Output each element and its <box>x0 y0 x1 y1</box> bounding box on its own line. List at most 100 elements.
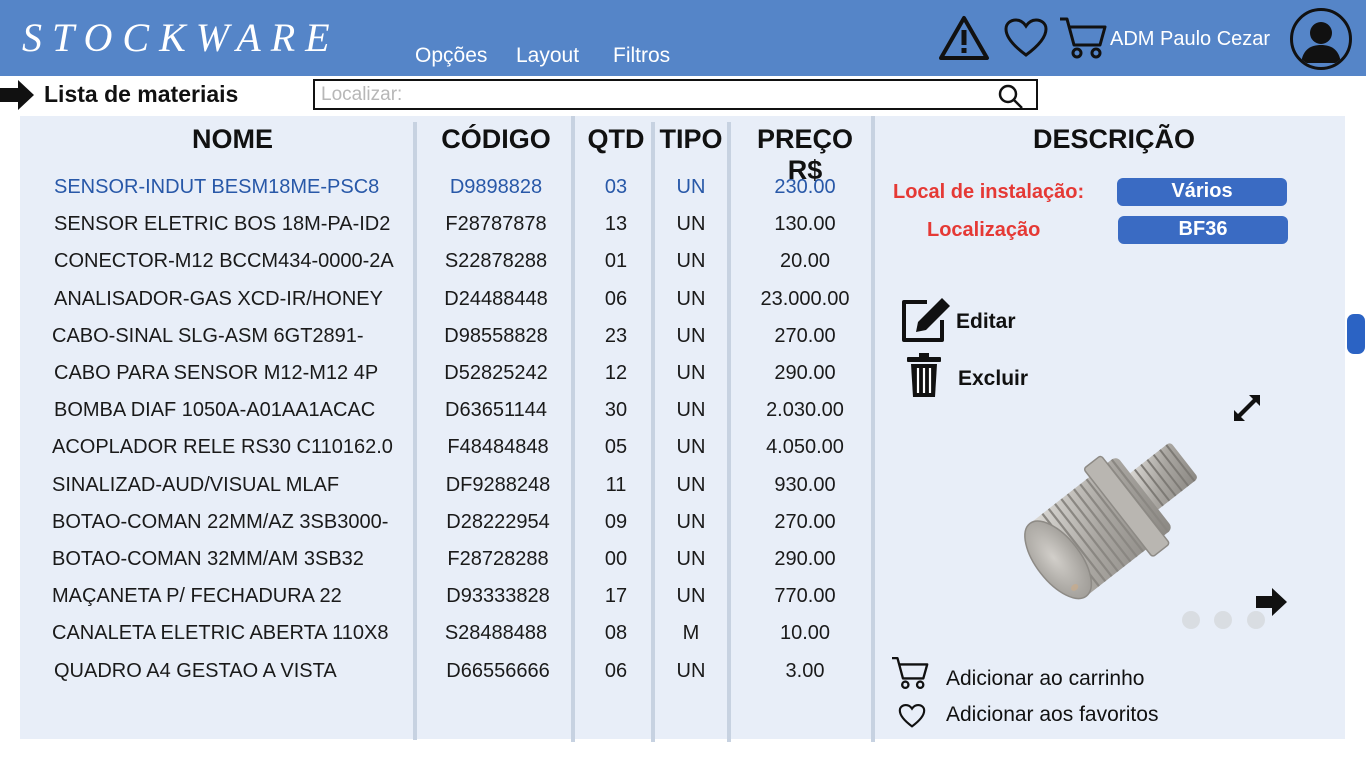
code-cell: DF9288248 <box>445 473 551 496</box>
search-input[interactable] <box>321 83 981 107</box>
tipo-cell: UN <box>676 585 706 608</box>
search-bar <box>313 79 1038 110</box>
name-cell: SENSOR ELETRIC BOS 18M-PA-ID2 <box>54 213 391 236</box>
expand-icon[interactable] <box>1232 393 1262 428</box>
cart-icon[interactable] <box>1058 15 1108 66</box>
column-header-codigo[interactable]: CÓDIGO <box>428 124 564 155</box>
table-row[interactable]: BOTAO-COMAN 22MM/AZ 3SB3000- D28222954 09 U… <box>0 511 880 548</box>
code-cell: D66556666 <box>446 659 550 682</box>
trash-icon[interactable] <box>906 352 942 403</box>
table-row[interactable]: CANALETA ELETRIC ABERTA 110X8 S28488488 08… <box>0 622 880 659</box>
alert-triangle-icon[interactable] <box>938 14 990 67</box>
carousel-dot[interactable] <box>1214 611 1232 629</box>
qtd-cell: 06 <box>604 287 628 310</box>
search-icon[interactable] <box>998 84 1024 115</box>
arrow-right-icon <box>0 80 36 115</box>
table-row[interactable]: CABO-SINAL SLG-ASM 6GT2891- D98558828 23 UN… <box>0 325 880 362</box>
name-cell: BOTAO-COMAN 22MM/AZ 3SB3000- <box>52 510 389 533</box>
column-header-qtd[interactable]: QTD <box>584 124 648 155</box>
qtd-cell: 09 <box>604 510 628 533</box>
qtd-cell: 05 <box>604 436 628 459</box>
code-cell: D98558828 <box>444 324 548 347</box>
code-cell: D52825242 <box>444 362 548 384</box>
tipo-cell: UN <box>676 362 706 384</box>
name-cell: BOTAO-COMAN 32MM/AM 3SB32 <box>52 548 364 570</box>
price-cell: 20.00 <box>779 250 831 273</box>
tipo-cell: UN <box>676 399 706 422</box>
add-to-cart-button[interactable]: Adicionar ao carrinho <box>946 667 1144 691</box>
price-cell: 290.00 <box>774 362 836 384</box>
location-label: Localização <box>927 219 1041 241</box>
name-cell: ACOPLADOR RELE RS30 C110162.0 <box>52 436 393 459</box>
code-cell: F48484848 <box>447 436 549 459</box>
menu-opcoes[interactable]: Opções <box>415 44 487 68</box>
menu-layout[interactable]: Layout <box>516 44 579 68</box>
tipo-cell: UN <box>676 250 706 273</box>
code-cell: D9898828 <box>449 176 543 198</box>
tipo-cell: UN <box>676 473 706 496</box>
edit-button[interactable]: Editar <box>956 310 1016 334</box>
code-cell: D28222954 <box>446 510 550 533</box>
name-cell: CABO-SINAL SLG-ASM 6GT2891- <box>52 324 364 347</box>
tipo-cell: UN <box>676 213 706 236</box>
name-cell: QUADRO A4 GESTAO A VISTA <box>54 659 337 682</box>
table-row[interactable]: ANALISADOR-GAS XCD-IR/HONEY D24488448 06 UN… <box>0 288 880 325</box>
location-badge[interactable]: BF36 <box>1118 216 1288 244</box>
install-location-badge[interactable]: Vários <box>1117 178 1287 206</box>
price-cell: 930.00 <box>774 473 836 496</box>
description-header: DESCRIÇÃO <box>1032 124 1195 154</box>
user-avatar-icon[interactable] <box>1290 8 1352 70</box>
price-cell: 290.00 <box>774 548 836 570</box>
edit-icon[interactable] <box>900 296 952 349</box>
table-row[interactable]: QUADRO A4 GESTAO A VISTA D66556666 06 UN 3.0… <box>0 660 880 697</box>
scrollbar-handle[interactable] <box>1347 314 1365 354</box>
price-cell: 3.00 <box>785 659 825 682</box>
heart-icon[interactable] <box>898 703 926 734</box>
price-cell: 2.030.00 <box>766 399 844 422</box>
qtd-cell: 30 <box>604 399 628 422</box>
price-cell: 4.050.00 <box>766 436 844 459</box>
name-cell: BOMBA DIAF 1050A-A01AA1ACAC <box>54 399 376 422</box>
price-cell: 230.00 <box>774 176 836 198</box>
carousel-dot[interactable] <box>1182 611 1200 629</box>
tipo-cell: UN <box>676 287 706 310</box>
table-row[interactable]: MAÇANETA P/ FECHADURA 22 D93333828 17 UN 770… <box>0 585 880 622</box>
table-row[interactable]: SINALIZAD-AUD/VISUAL MLAF DF9288248 11 UN 93… <box>0 474 880 511</box>
menu-filtros[interactable]: Filtros <box>613 44 670 68</box>
name-cell: CONECTOR-M12 BCCM434-0000-2A <box>54 250 394 273</box>
page-title: Lista de materiais <box>44 81 239 107</box>
table-row[interactable]: CONECTOR-M12 BCCM434-0000-2A S22878288 01 U… <box>0 250 880 287</box>
app-logo[interactable]: STOCKWARE <box>22 14 340 61</box>
tipo-cell: UN <box>676 436 706 459</box>
qtd-cell: 17 <box>604 585 628 608</box>
carousel-dot[interactable] <box>1247 611 1265 629</box>
qtd-cell: 23 <box>604 324 628 347</box>
qtd-cell: 00 <box>604 548 628 570</box>
code-cell: F28787878 <box>445 213 547 236</box>
table-row[interactable]: SENSOR ELETRIC BOS 18M-PA-ID2 F28787878 13… <box>0 213 880 250</box>
table-row[interactable]: BOTAO-COMAN 32MM/AM 3SB32 F28728288 00 UN 29… <box>0 548 880 585</box>
heart-icon[interactable] <box>1003 17 1049 64</box>
delete-button[interactable]: Excluir <box>958 367 1028 391</box>
tipo-cell: UN <box>676 548 706 570</box>
column-header-nome[interactable]: NOME <box>150 124 315 155</box>
user-name[interactable]: ADM Paulo Cezar <box>1110 28 1270 51</box>
table-row[interactable]: SENSOR-INDUT BESM18ME-PSC8 D9898828 03 UN 23… <box>0 176 880 213</box>
code-cell: S28488488 <box>444 622 548 645</box>
cart-icon[interactable] <box>890 655 930 696</box>
top-bar: STOCKWARE Opções Layout Filtros ADM Paul… <box>0 0 1366 76</box>
inductive-sensor-image[interactable] <box>1000 395 1235 635</box>
table-row[interactable]: CABO PARA SENSOR M12-M12 4P D52825242 12 UN… <box>0 362 880 399</box>
code-cell: F28728288 <box>447 548 549 570</box>
price-cell: 270.00 <box>774 510 836 533</box>
table-row[interactable]: ACOPLADOR RELE RS30 C110162.0 F48484848 05… <box>0 436 880 473</box>
name-cell: MAÇANETA P/ FECHADURA 22 <box>52 585 342 608</box>
column-header-tipo[interactable]: TIPO <box>657 124 725 155</box>
tipo-cell: UN <box>676 176 706 198</box>
qtd-cell: 12 <box>604 362 628 384</box>
table-row[interactable]: BOMBA DIAF 1050A-A01AA1ACAC D63651144 30 UN… <box>0 399 880 436</box>
code-cell: D24488448 <box>444 287 548 310</box>
code-cell: S22878288 <box>444 250 548 273</box>
tipo-cell: UN <box>676 510 706 533</box>
add-to-favorites-button[interactable]: Adicionar aos favoritos <box>946 703 1158 727</box>
